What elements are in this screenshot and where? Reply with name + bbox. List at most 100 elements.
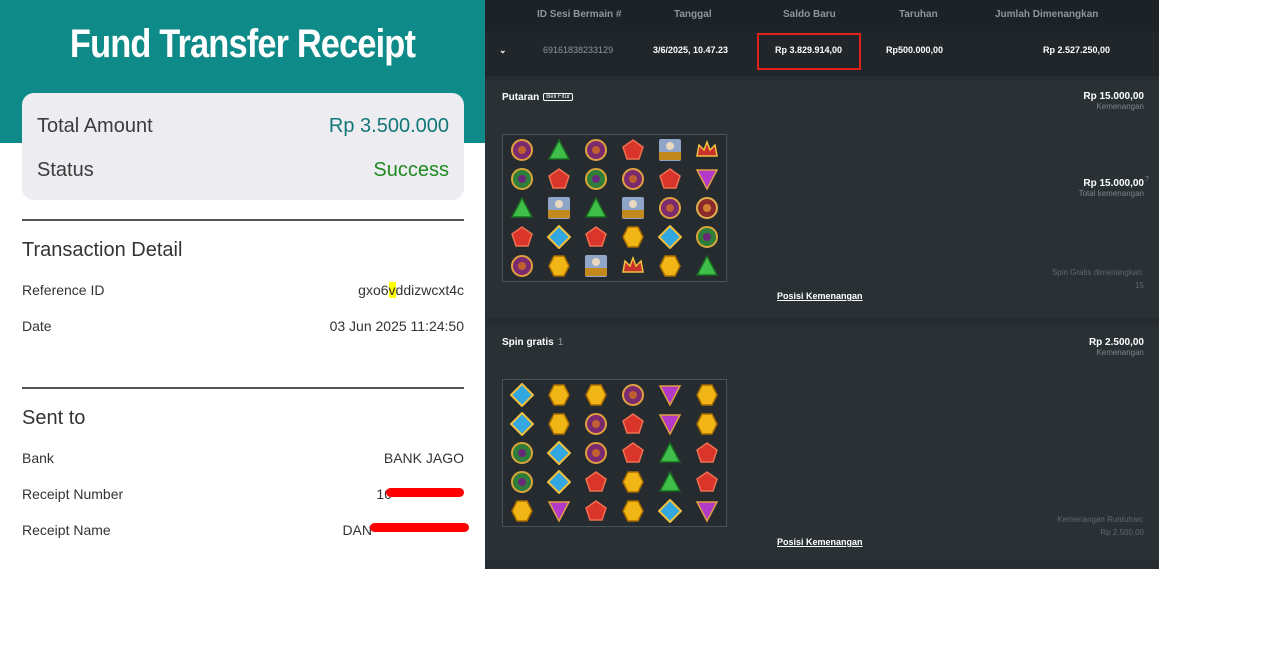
symbol-cell [577, 135, 614, 164]
reference-id-part: gxo6 [358, 282, 389, 298]
free-spins-value: 15 [1135, 281, 1144, 290]
header-balance: Saldo Baru [783, 9, 836, 20]
spin-total: Rp 15.000,00 Total kemenangan [1079, 178, 1144, 198]
symbol-cell [652, 223, 689, 252]
symbol-cell [577, 164, 614, 193]
highlight-box [757, 33, 861, 70]
symbol-cell [540, 193, 577, 222]
symbol-cell [577, 409, 614, 438]
symbol-cell [503, 380, 540, 409]
free-spin-win-value: Rp 2.500,00 [1088, 337, 1144, 348]
scatter-icon [584, 255, 607, 278]
symbol-cell [540, 164, 577, 193]
date-label: Date [22, 318, 52, 334]
scatter-icon [659, 138, 682, 161]
symbol-cell [689, 468, 726, 497]
summary-card: Total Amount Rp 3.500.000 Status Success [22, 93, 464, 200]
symbol-cell [652, 380, 689, 409]
winning-position-link[interactable]: Posisi Kemenangan [777, 537, 863, 547]
symbol-cell [503, 438, 540, 467]
total-amount-label: Total Amount [37, 115, 153, 137]
gold-hex-icon [547, 383, 570, 406]
spin-total-value: Rp 15.000,00 [1083, 178, 1144, 189]
symbol-cell [615, 223, 652, 252]
game-history: ID Sesi Bermain # Tanggal Saldo Baru Tar… [485, 0, 1159, 569]
symbol-cell [689, 223, 726, 252]
green-ring-icon [696, 226, 719, 249]
green-ring-icon [510, 471, 533, 494]
chevron-down-icon[interactable]: ⌄ [499, 45, 507, 56]
green-ring-icon [584, 167, 607, 190]
scatter-icon [547, 196, 570, 219]
blue-dia-icon [509, 411, 534, 436]
red-pent-icon [696, 442, 719, 463]
purple-tri-icon [696, 169, 719, 191]
sent-to-title: Sent to [22, 407, 86, 429]
symbol-cell [577, 223, 614, 252]
reel-grid [502, 134, 727, 282]
reference-id-label: Reference ID [22, 282, 105, 298]
blue-dia-icon [546, 440, 571, 465]
bank-value: BANK JAGO [383, 450, 464, 466]
red-pent-icon [585, 471, 607, 492]
red-crown-icon [696, 139, 719, 157]
history-table-header: ID Sesi Bermain # Tanggal Saldo Baru Tar… [485, 0, 1159, 31]
green-tri-icon [696, 254, 719, 277]
symbol-cell [577, 497, 614, 526]
gold-hex-icon [696, 413, 719, 435]
total-amount-row: Total Amount Rp 3.500.000 [37, 115, 449, 138]
red-pent-icon [659, 167, 682, 189]
symbol-cell [652, 468, 689, 497]
winning-position-link[interactable]: Posisi Kemenangan [777, 291, 863, 301]
symbol-cell [540, 135, 577, 164]
free-spins-info: Spin Gratis dimenangkan: 15 [1052, 266, 1144, 292]
symbol-cell [652, 193, 689, 222]
green-ring-icon [510, 441, 533, 464]
spin-label: Putaran Beli Fitur [502, 92, 573, 103]
symbol-cell [652, 135, 689, 164]
purple-ring-icon [659, 196, 682, 219]
transaction-detail-title: Transaction Detail [22, 239, 183, 261]
symbol-cell [652, 252, 689, 281]
history-row[interactable]: ⌄ 69161838233129 3/6/2025, 10.47.23 Rp 3… [485, 31, 1159, 76]
gold-hex-icon [622, 500, 644, 523]
symbol-cell [689, 409, 726, 438]
purple-ring-icon [584, 441, 607, 464]
symbol-cell [652, 438, 689, 467]
header-win: Jumlah Dimenangkan [995, 9, 1099, 20]
symbol-cell [577, 438, 614, 467]
reel-grid [502, 379, 727, 527]
purple-ring-icon [584, 412, 607, 435]
symbol-cell [503, 468, 540, 497]
gold-hex-icon [510, 500, 533, 523]
symbol-cell [652, 409, 689, 438]
redaction-mark [386, 488, 464, 497]
symbol-cell [615, 468, 652, 497]
symbol-cell [615, 380, 652, 409]
red-ring-icon [696, 196, 719, 219]
purple-tri-icon [547, 501, 570, 524]
symbol-cell [503, 223, 540, 252]
bet-cell: Rp500.000,00 [886, 45, 944, 55]
purple-ring-icon [510, 138, 533, 161]
blue-dia-icon [546, 470, 571, 495]
red-pent-icon [622, 412, 644, 434]
symbol-cell [503, 497, 540, 526]
spin-label-text: Putaran [502, 92, 540, 103]
purple-ring-icon [622, 383, 645, 406]
symbol-cell [577, 468, 614, 497]
symbol-cell [503, 135, 540, 164]
symbol-cell [689, 497, 726, 526]
reference-id-row: Reference ID gxo6vddizwcxt4c [22, 282, 464, 298]
red-pent-icon [622, 442, 644, 463]
purple-ring-icon [510, 255, 533, 278]
purple-ring-icon [622, 167, 645, 190]
symbol-cell [615, 193, 652, 222]
symbol-cell [615, 135, 652, 164]
symbol-cell [615, 497, 652, 526]
header-date: Tanggal [674, 9, 712, 20]
blue-dia-icon [509, 382, 534, 407]
help-icon[interactable]: ? [1145, 176, 1149, 183]
symbol-cell [615, 438, 652, 467]
gold-hex-icon [547, 255, 570, 278]
